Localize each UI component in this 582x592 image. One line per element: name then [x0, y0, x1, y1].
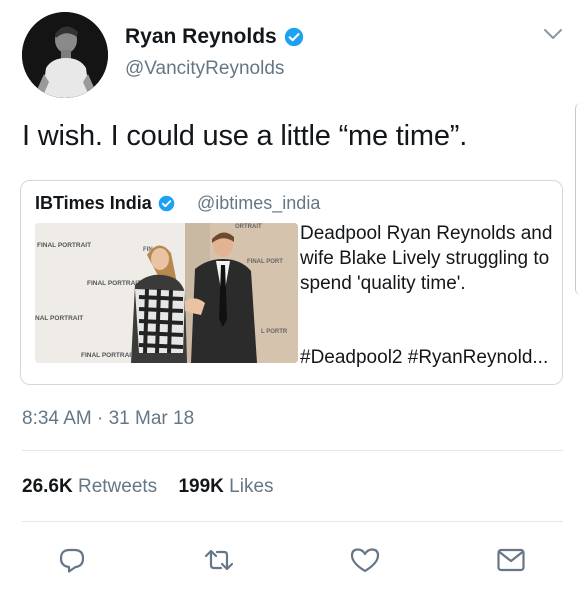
- backdrop-label: ORTRAIT: [235, 224, 262, 230]
- avatar-photo: [22, 12, 108, 98]
- avatar[interactable]: [22, 12, 108, 98]
- scroll-edge-indicator: [575, 103, 582, 295]
- backdrop-label: FINAL PORTRAIT: [37, 242, 91, 249]
- likes-stat[interactable]: 199K Likes: [178, 476, 273, 497]
- tweet-timestamp[interactable]: 8:34 AM · 31 Mar 18: [22, 408, 194, 430]
- retweets-count: 26.6K: [22, 476, 73, 497]
- likes-label: Likes: [229, 476, 274, 497]
- quoted-tweet-card[interactable]: IBTimes India @ibtimes_india FINAL PORTR…: [20, 180, 563, 385]
- reply-icon: [59, 548, 85, 573]
- quoted-tweet-hashtags[interactable]: #Deadpool2 #RyanReynold...: [300, 347, 548, 369]
- like-button[interactable]: [347, 542, 383, 578]
- quoted-author-handle[interactable]: @ibtimes_india: [197, 193, 320, 214]
- tweet-stats: 26.6K Retweets 199K Likes: [22, 476, 274, 498]
- reply-button[interactable]: [54, 542, 90, 578]
- quoted-verified-badge-icon: [158, 195, 174, 212]
- likes-count: 199K: [178, 476, 224, 497]
- divider: [22, 521, 563, 522]
- backdrop-label: FINAL PORT: [247, 259, 283, 265]
- quoted-tweet-image[interactable]: FINAL PORTRAIT FINAL PORTRAIT NAL PORTRA…: [35, 223, 298, 363]
- retweet-button[interactable]: [201, 542, 237, 578]
- author-name-text: Ryan Reynolds: [125, 25, 277, 48]
- quoted-author-name-text: IBTimes India: [35, 193, 152, 213]
- backdrop-label: FINAL PORTRAIT: [87, 280, 141, 287]
- backdrop-label: NAL PORTRAIT: [35, 315, 83, 322]
- tweet-text: I wish. I could use a little “me time”.: [22, 120, 468, 152]
- share-button[interactable]: [493, 542, 529, 578]
- tweet-menu-chevron-icon[interactable]: [540, 24, 566, 44]
- retweet-icon: [204, 549, 234, 571]
- retweets-label: Retweets: [77, 476, 158, 497]
- like-icon: [350, 548, 380, 573]
- quoted-tweet-text: Deadpool Ryan Reynolds and wife Blake Li…: [300, 223, 553, 294]
- share-mail-icon: [497, 548, 525, 572]
- verified-badge-icon: [284, 27, 303, 47]
- quoted-author-name[interactable]: IBTimes India: [35, 193, 175, 214]
- divider: [22, 450, 563, 451]
- couple-photo: FINAL PORTRAIT FINAL PORTRAIT NAL PORTRA…: [35, 223, 298, 363]
- author-display-name[interactable]: Ryan Reynolds: [125, 25, 304, 49]
- retweets-stat[interactable]: 26.6K Retweets: [22, 476, 157, 497]
- backdrop-label: L PORTR: [261, 329, 288, 335]
- author-handle[interactable]: @VancityReynolds: [125, 58, 284, 80]
- backdrop-label: FINAL PORTRAIT: [81, 352, 135, 359]
